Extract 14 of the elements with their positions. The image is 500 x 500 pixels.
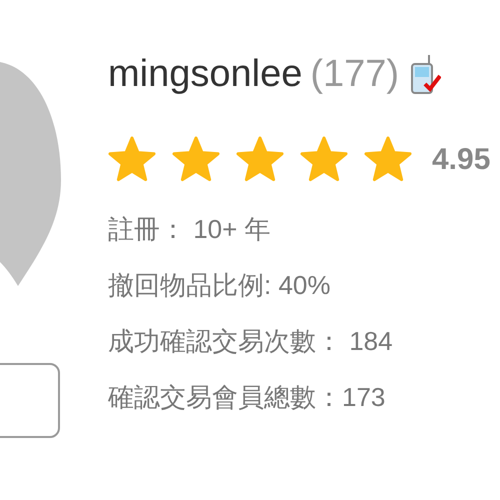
rating-score: 4.95 bbox=[432, 142, 490, 178]
star-icon bbox=[108, 136, 156, 182]
username[interactable]: mingsonlee bbox=[108, 46, 302, 102]
star-icon bbox=[300, 136, 348, 182]
feedback-count: (177) bbox=[310, 52, 400, 96]
star-icon bbox=[364, 136, 412, 182]
seller-stat: 註冊： 10+ 年 bbox=[108, 213, 272, 246]
profile-button[interactable] bbox=[0, 363, 60, 438]
seller-stat: 成功確認交易次數： 184 bbox=[108, 325, 394, 358]
seller-stat: 撤回物品比例: 40% bbox=[108, 269, 332, 302]
avatar-icon bbox=[0, 62, 61, 286]
star-icon bbox=[172, 136, 220, 182]
star-icon bbox=[236, 136, 284, 182]
seller-stat: 確認交易會員總數：173 bbox=[108, 381, 386, 414]
